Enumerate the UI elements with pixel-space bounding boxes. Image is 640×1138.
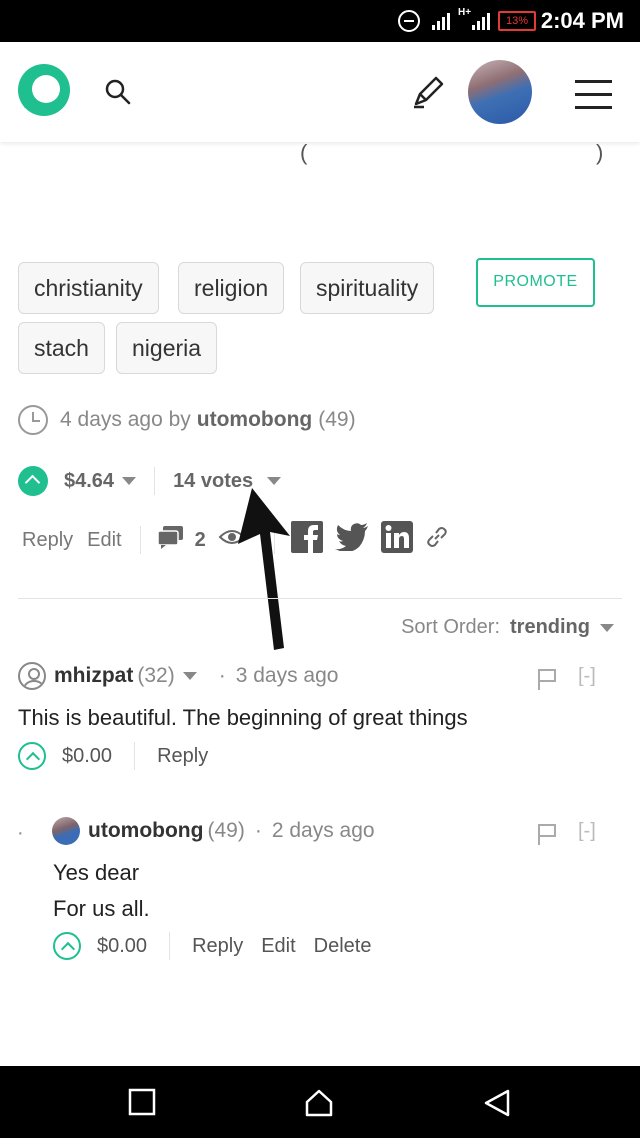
reply-link[interactable]: Reply xyxy=(157,745,208,768)
comment-actions: $0.00 Reply xyxy=(18,742,226,770)
network-type-label: H+ xyxy=(458,7,472,18)
comment-body: This is beautiful. The beginning of grea… xyxy=(18,705,468,730)
promote-button[interactable]: PROMOTE xyxy=(476,258,595,307)
section-divider xyxy=(18,598,622,599)
tag-nigeria[interactable]: nigeria xyxy=(116,322,218,374)
comment-payout[interactable]: $0.00 xyxy=(62,745,112,768)
signal-icon-2 xyxy=(472,12,490,30)
tag-stach[interactable]: stach xyxy=(18,322,105,374)
system-navigation-bar xyxy=(0,1066,640,1138)
tag-spirituality[interactable]: spirituality xyxy=(300,262,435,314)
collapse-toggle[interactable]: [-] xyxy=(578,820,596,843)
comment-author-link[interactable]: mhizpat xyxy=(54,664,133,688)
comment-header: mhizpat (32) · 3 days ago xyxy=(18,662,338,690)
post-author-reputation: (49) xyxy=(318,408,356,431)
app-logo-icon[interactable] xyxy=(16,62,72,123)
separator-dot: · xyxy=(254,819,262,842)
link-icon[interactable] xyxy=(425,525,449,555)
post-author-link[interactable]: utomobong xyxy=(197,408,312,432)
recent-apps-icon[interactable] xyxy=(128,1088,156,1121)
twitter-icon[interactable] xyxy=(334,523,369,557)
comment-author-link[interactable]: utomobong xyxy=(88,819,203,843)
reply-link[interactable]: Reply xyxy=(22,529,73,552)
author-dropdown-caret-icon[interactable] xyxy=(182,672,197,680)
votes-dropdown-caret-icon[interactable] xyxy=(267,477,282,485)
comment-author-reputation: (32) xyxy=(137,664,175,687)
home-icon[interactable] xyxy=(304,1088,334,1123)
comment-time[interactable]: 2 days ago xyxy=(272,819,375,843)
flag-icon[interactable] xyxy=(536,667,558,696)
comment-body-line: For us all. xyxy=(53,896,150,921)
edit-pen-icon[interactable] xyxy=(410,74,446,115)
comment-header: utomobong (49) · 2 days ago xyxy=(52,817,375,845)
comment-author-reputation: (49) xyxy=(207,819,245,842)
app-header xyxy=(0,42,640,142)
collapse-toggle[interactable]: [-] xyxy=(578,665,596,688)
annotation-arrow-icon xyxy=(226,488,306,663)
comment-actions: $0.00 Reply Edit Delete xyxy=(53,932,389,960)
comment-time[interactable]: 3 days ago xyxy=(236,664,339,688)
do-not-disturb-icon xyxy=(398,10,420,32)
truncated-text-fragment-left: ( xyxy=(300,140,308,165)
divider xyxy=(139,526,141,554)
upvote-icon[interactable] xyxy=(18,742,46,770)
tag-religion[interactable]: religion xyxy=(178,262,285,314)
reply-link[interactable]: Reply xyxy=(192,935,243,958)
divider xyxy=(169,932,171,960)
menu-icon[interactable] xyxy=(575,80,612,119)
sort-order-control[interactable]: Sort Order: trending xyxy=(401,616,614,639)
payout-dropdown-caret-icon[interactable] xyxy=(122,477,137,485)
tag-christianity[interactable]: christianity xyxy=(18,262,159,314)
post-age: 4 days ago by xyxy=(60,408,191,431)
separator-dot: · xyxy=(218,664,226,687)
clock-icon xyxy=(18,405,48,435)
delete-link[interactable]: Delete xyxy=(314,935,372,958)
divider xyxy=(154,467,156,495)
sort-order-value[interactable]: trending xyxy=(510,616,590,639)
comment-body-line: Yes dear xyxy=(53,860,140,885)
edit-link[interactable]: Edit xyxy=(87,529,121,552)
truncated-text-fragment-right: ) xyxy=(596,140,604,165)
comment-payout[interactable]: $0.00 xyxy=(97,935,147,958)
post-payout[interactable]: $4.64 xyxy=(64,470,114,493)
thread-dot: · xyxy=(17,822,24,844)
edit-link[interactable]: Edit xyxy=(261,935,295,958)
comment-count[interactable]: 2 xyxy=(195,529,206,552)
comments-icon[interactable] xyxy=(156,525,185,555)
sort-dropdown-caret-icon[interactable] xyxy=(600,623,614,632)
post-meta: 4 days ago by utomobong (49) xyxy=(18,405,356,435)
signal-icon xyxy=(432,12,450,30)
divider xyxy=(134,742,136,770)
user-placeholder-icon xyxy=(18,662,46,690)
search-icon[interactable] xyxy=(104,78,132,111)
battery-indicator: 13% xyxy=(498,11,536,31)
user-avatar[interactable] xyxy=(468,60,532,124)
upvote-icon[interactable] xyxy=(18,466,48,496)
status-bar: H+ 13% 2:04 PM xyxy=(0,0,640,42)
flag-icon[interactable] xyxy=(536,822,558,851)
sort-order-label: Sort Order: xyxy=(401,616,500,638)
upvote-icon[interactable] xyxy=(53,932,81,960)
back-icon[interactable] xyxy=(482,1088,512,1123)
linkedin-icon[interactable] xyxy=(380,521,413,559)
clock-time: 2:04 PM xyxy=(540,8,624,33)
avatar[interactable] xyxy=(52,817,80,845)
